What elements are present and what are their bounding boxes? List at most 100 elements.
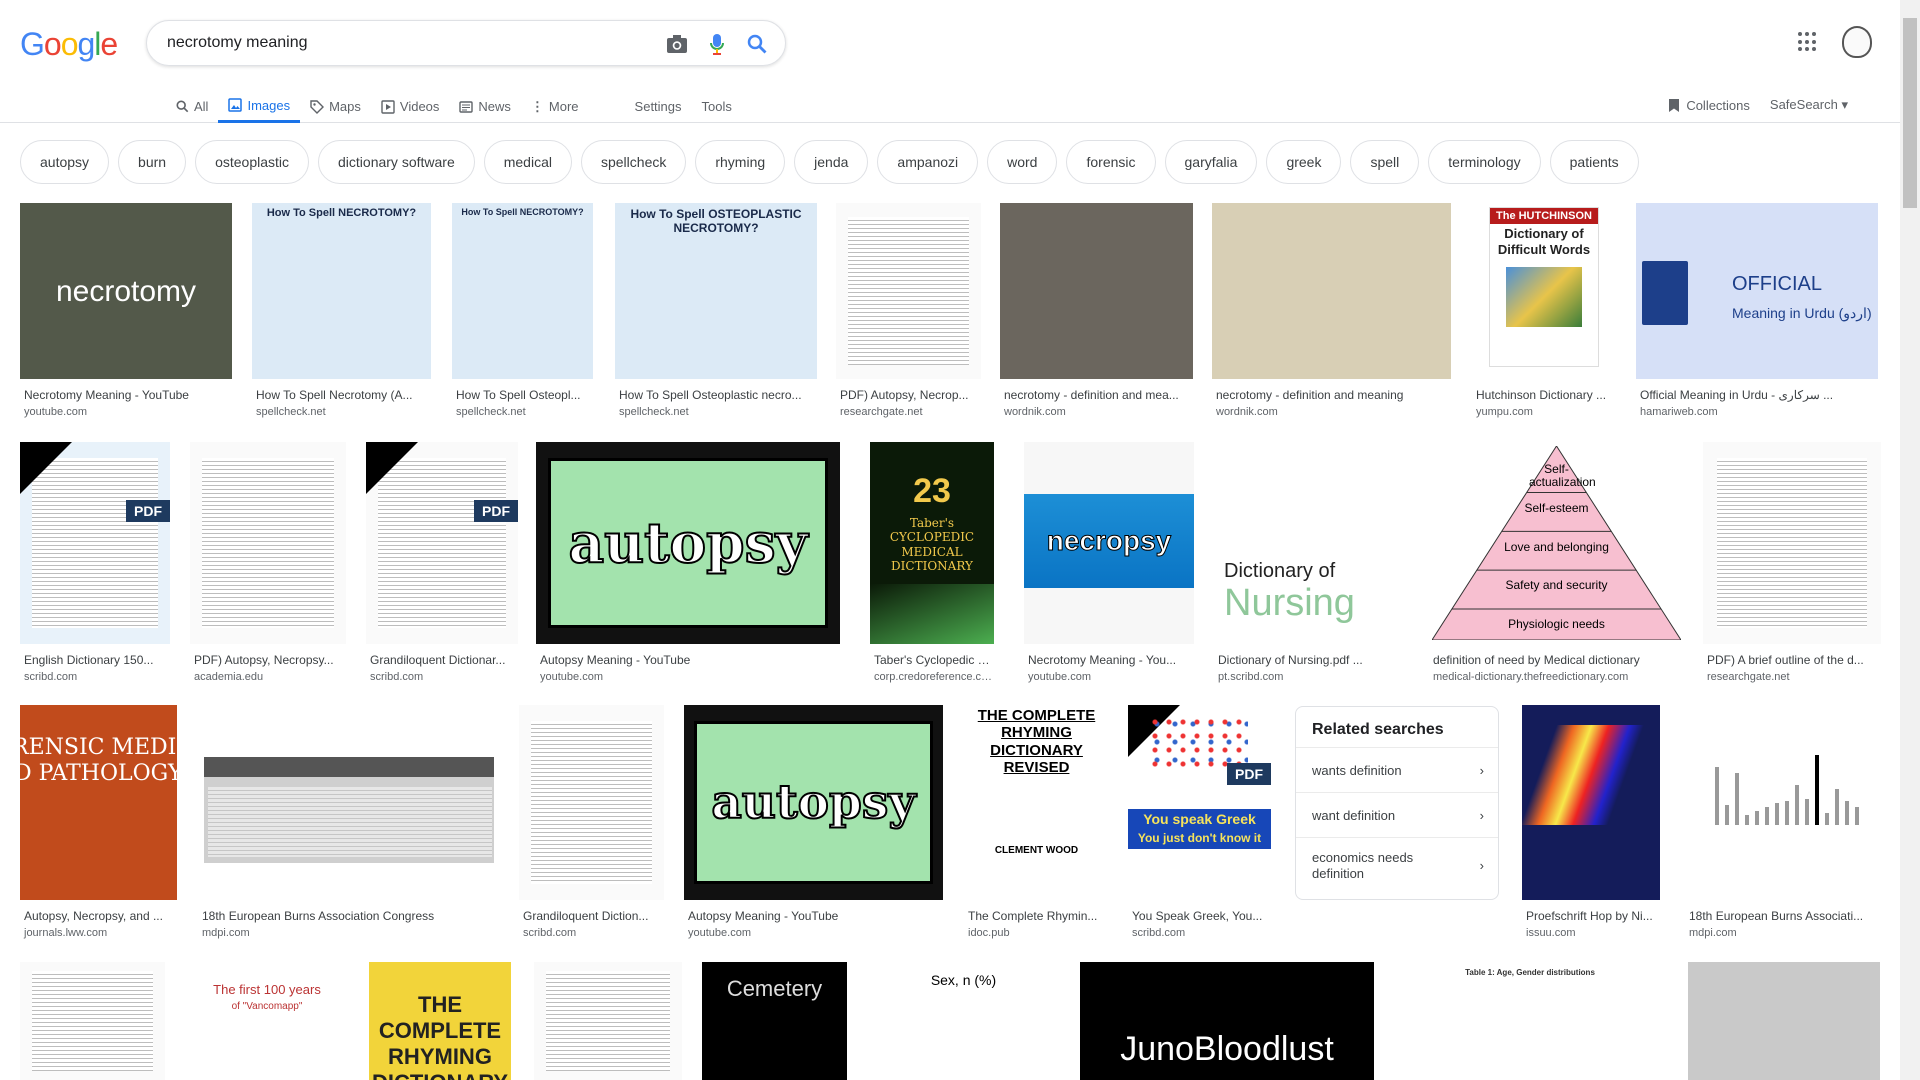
- image-result[interactable]: PDF) Autopsy, Necrop... researchgate.net: [836, 203, 981, 418]
- filter-chip[interactable]: osteoplastic: [195, 140, 310, 184]
- result-thumbnail[interactable]: Self-actualization Self-esteem Love and be…: [1429, 442, 1684, 644]
- result-thumbnail[interactable]: THE COMPLETE RHYMING DICTIONARY REVISED C…: [964, 705, 1109, 900]
- filter-chip[interactable]: garyfalia: [1164, 140, 1258, 184]
- image-result[interactable]: Cemetery: [702, 962, 847, 1080]
- result-thumbnail[interactable]: autopsy: [536, 442, 840, 644]
- safesearch-button[interactable]: SafeSearch ▾: [1770, 97, 1848, 113]
- tab-more[interactable]: ⋮ More: [521, 90, 589, 123]
- image-result[interactable]: [20, 962, 165, 1080]
- result-thumbnail[interactable]: OFFICIAL Meaning in Urdu (اردو): [1636, 203, 1878, 379]
- filter-chip[interactable]: spell: [1350, 140, 1420, 184]
- result-thumbnail[interactable]: necrotomy: [20, 203, 232, 379]
- google-logo[interactable]: Google: [20, 26, 118, 63]
- filter-chip[interactable]: spellcheck: [580, 140, 687, 184]
- result-thumbnail[interactable]: [519, 705, 664, 900]
- result-thumbnail[interactable]: You speak Greek You just don't know it PDF: [1128, 705, 1271, 900]
- image-result[interactable]: Dictionary of Nursing Dictionary of Nursin…: [1214, 442, 1410, 683]
- image-result[interactable]: How To Spell NECROTOMY? How To Spell Necr…: [252, 203, 431, 418]
- image-result[interactable]: necrotomy - definition and meaning wordni…: [1212, 203, 1451, 418]
- result-thumbnail[interactable]: [1522, 705, 1660, 900]
- scrollbar-thumb[interactable]: [1903, 18, 1917, 208]
- result-thumbnail[interactable]: [1000, 203, 1193, 379]
- tools-link[interactable]: Tools: [692, 90, 742, 123]
- result-title[interactable]: Autopsy, Necropsy, and ...: [20, 909, 177, 923]
- tab-news[interactable]: News: [449, 90, 521, 123]
- image-result[interactable]: PDF Grandiloquent Dictionar... scribd.com: [366, 442, 518, 683]
- apps-grid-icon[interactable]: [1798, 32, 1818, 52]
- result-title[interactable]: Autopsy Meaning - YouTube: [684, 909, 943, 923]
- result-thumbnail[interactable]: [534, 962, 682, 1080]
- result-title[interactable]: Autopsy Meaning - YouTube: [536, 653, 840, 667]
- result-thumbnail[interactable]: [1688, 962, 1880, 1080]
- result-thumbnail[interactable]: 23 Taber's CYCLOPEDIC MEDICAL DICTIONARY: [870, 442, 994, 644]
- result-title[interactable]: How To Spell Osteopl...: [452, 388, 593, 402]
- result-thumbnail[interactable]: [836, 203, 981, 379]
- result-title[interactable]: 18th European Burns Association Congress: [198, 909, 500, 923]
- image-result[interactable]: You speak Greek You just don't know it PDF…: [1128, 705, 1271, 939]
- search-icon[interactable]: [745, 32, 769, 56]
- filter-chip[interactable]: ampanozi: [877, 140, 979, 184]
- result-thumbnail[interactable]: How To Spell OSTEOPLASTIC NECROTOMY?: [615, 203, 817, 379]
- result-title[interactable]: definition of need by Medical dictionary: [1429, 653, 1684, 667]
- result-thumbnail[interactable]: THE COMPLETE RHYMING DICTIONARY: [369, 962, 511, 1080]
- filter-chip[interactable]: jenda: [794, 140, 869, 184]
- image-result[interactable]: How To Spell NECROTOMY? How To Spell Oste…: [452, 203, 593, 418]
- image-result[interactable]: 23 Taber's CYCLOPEDIC MEDICAL DICTIONARY T…: [870, 442, 994, 683]
- result-title[interactable]: Grandiloquent Dictionar...: [366, 653, 518, 667]
- image-result[interactable]: autopsy Autopsy Meaning - YouTube youtube.…: [684, 705, 943, 939]
- tab-all[interactable]: All: [166, 90, 218, 123]
- result-title[interactable]: Dictionary of Nursing.pdf ...: [1214, 653, 1410, 667]
- result-thumbnail[interactable]: [190, 442, 346, 644]
- image-result[interactable]: autopsy Autopsy Meaning - YouTube youtube.…: [536, 442, 840, 683]
- image-result[interactable]: Proefschrift Hop by Ni... issuu.com: [1522, 705, 1660, 939]
- result-title[interactable]: Necrotomy Meaning - You...: [1024, 653, 1194, 667]
- result-thumbnail[interactable]: How To Spell NECROTOMY?: [452, 203, 593, 379]
- tab-maps[interactable]: Maps: [300, 90, 371, 123]
- filter-chip[interactable]: terminology: [1428, 140, 1541, 184]
- related-item[interactable]: want definition ›: [1296, 792, 1498, 837]
- related-item[interactable]: wants definition ›: [1296, 747, 1498, 792]
- image-result[interactable]: PDF English Dictionary 150... scribd.com: [20, 442, 170, 683]
- filter-chip[interactable]: patients: [1549, 140, 1639, 184]
- result-thumbnail[interactable]: Cemetery: [702, 962, 847, 1080]
- tab-images[interactable]: Images: [218, 90, 301, 123]
- result-title[interactable]: How To Spell Necrotomy (A...: [252, 388, 431, 402]
- image-result[interactable]: JunoBloodlust: [1080, 962, 1374, 1080]
- image-result[interactable]: PDF) A brief outline of the d... research…: [1703, 442, 1881, 683]
- result-title[interactable]: 18th European Burns Associati...: [1685, 909, 1880, 923]
- result-thumbnail[interactable]: The HUTCHINSON Dictionary of Difficult Wo…: [1472, 203, 1616, 379]
- result-thumbnail[interactable]: [198, 705, 500, 900]
- filter-chip[interactable]: medical: [483, 140, 572, 184]
- image-result[interactable]: [534, 962, 682, 1080]
- result-thumbnail[interactable]: Table 1: Age, Gender distributions: [1392, 962, 1668, 1080]
- related-item[interactable]: economics needs definition ›: [1296, 837, 1498, 893]
- result-title[interactable]: Grandiloquent Diction...: [519, 909, 664, 923]
- result-thumbnail[interactable]: [1703, 442, 1881, 644]
- result-title[interactable]: How To Spell Osteoplastic necro...: [615, 388, 817, 402]
- result-title[interactable]: PDF) A brief outline of the d...: [1703, 653, 1881, 667]
- image-result[interactable]: Self-actualization Self-esteem Love and be…: [1429, 442, 1684, 683]
- result-thumbnail[interactable]: [20, 962, 165, 1080]
- microphone-icon[interactable]: [705, 32, 729, 56]
- result-title[interactable]: Official Meaning in Urdu - سرکاری ...: [1636, 388, 1878, 402]
- image-result[interactable]: OFFICIAL Meaning in Urdu (اردو) Official M…: [1636, 203, 1878, 418]
- result-title[interactable]: Proefschrift Hop by Ni...: [1522, 909, 1660, 923]
- tab-videos[interactable]: Videos: [371, 90, 450, 123]
- result-title[interactable]: Hutchinson Dictionary ...: [1472, 388, 1616, 402]
- image-result[interactable]: Table 1: Age, Gender distributions: [1392, 962, 1668, 1080]
- result-title[interactable]: PDF) Autopsy, Necropsy...: [190, 653, 346, 667]
- image-result[interactable]: The first 100 years of "Vancomapp": [185, 962, 349, 1080]
- result-thumbnail[interactable]: How To Spell NECROTOMY?: [252, 203, 431, 379]
- avatar[interactable]: [1842, 26, 1872, 58]
- image-result[interactable]: necrotomy Necrotomy Meaning - YouTube yout…: [20, 203, 232, 418]
- settings-link[interactable]: Settings: [625, 90, 692, 123]
- filter-chip[interactable]: word: [987, 140, 1058, 184]
- result-thumbnail[interactable]: necropsy: [1024, 442, 1194, 644]
- image-result[interactable]: RENSIC MEDICINED PATHOLOGY Autopsy, Necro…: [20, 705, 177, 939]
- image-result[interactable]: 18th European Burns Association Congress…: [198, 705, 500, 939]
- collections-button[interactable]: Collections: [1668, 98, 1750, 113]
- filter-chip[interactable]: burn: [118, 140, 187, 184]
- result-thumbnail[interactable]: JunoBloodlust: [1080, 962, 1374, 1080]
- result-title[interactable]: Necrotomy Meaning - YouTube: [20, 388, 232, 402]
- filter-chip[interactable]: greek: [1266, 140, 1342, 184]
